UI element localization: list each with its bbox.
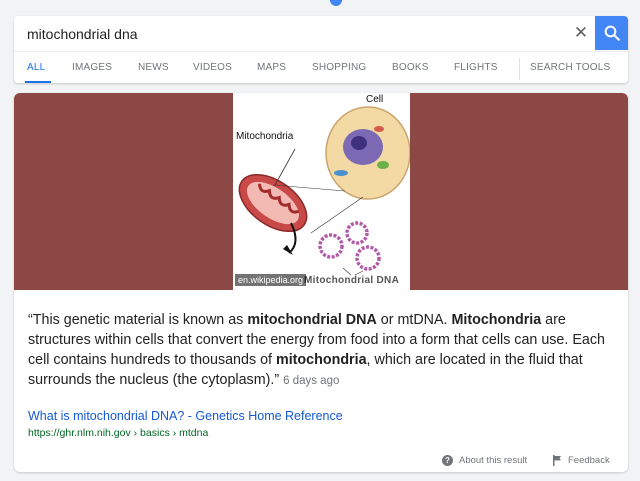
organelle-shape: [334, 170, 348, 176]
dna-ring: [318, 233, 344, 259]
feedback-label: Feedback: [568, 455, 610, 466]
pointer-line: [310, 196, 364, 234]
organelle-shape: [377, 161, 389, 169]
featured-snippet-card: Cell Mitochondria Mitochondrial DNA en.w…: [14, 93, 628, 472]
snippet-bold: mitochondria: [275, 352, 367, 368]
search-tabs: ALL IMAGES NEWS VIDEOS MAPS SHOPPING BOO…: [14, 51, 628, 83]
search-icon: [604, 25, 620, 41]
clear-icon[interactable]: ✕: [570, 21, 592, 45]
snippet-part: or mtDNA.: [376, 312, 452, 328]
result-url[interactable]: https://ghr.nlm.nih.gov › basics › mtdna: [28, 427, 208, 439]
search-button[interactable]: [595, 16, 628, 50]
about-this-result[interactable]: ? About this result: [442, 455, 527, 466]
active-tab-indicator: [25, 81, 51, 83]
search-card: ✕ ALL IMAGES NEWS VIDEOS MAPS SHOPPING B…: [14, 16, 628, 83]
image-source-tag[interactable]: en.wikipedia.org: [235, 274, 307, 286]
tab-maps[interactable]: MAPS: [257, 62, 286, 73]
organelle-shape: [374, 126, 384, 132]
snippet-bold: mitochondrial DNA: [247, 312, 377, 328]
top-indicator-dot: [330, 0, 342, 6]
tab-news[interactable]: NEWS: [138, 62, 169, 73]
snippet-part: “This genetic material is known as: [28, 312, 248, 328]
tab-shopping[interactable]: SHOPPING: [312, 62, 366, 73]
tabs-divider: [519, 58, 520, 80]
tab-videos[interactable]: VIDEOS: [193, 62, 232, 73]
result-title-link[interactable]: What is mitochondrial DNA? - Genetics Ho…: [28, 409, 343, 423]
tab-flights[interactable]: FLIGHTS: [454, 62, 498, 73]
tab-books[interactable]: BOOKS: [392, 62, 429, 73]
dna-ring: [345, 221, 369, 245]
dna-ring: [355, 245, 381, 271]
pointer-line: [342, 267, 352, 276]
snippet-text: “This genetic material is known as mitoc…: [28, 310, 614, 391]
snippet-date: 6 days ago: [283, 375, 340, 387]
search-input[interactable]: [27, 23, 567, 45]
snippet-bold: Mitochondria: [451, 312, 542, 328]
label-cell: Cell: [366, 94, 384, 105]
search-row: ✕: [14, 16, 628, 50]
flag-icon: [553, 455, 561, 466]
mitochondria-diagram-image[interactable]: Cell Mitochondria Mitochondrial DNA en.w…: [233, 93, 410, 290]
pointer-line: [274, 148, 296, 186]
tab-images[interactable]: IMAGES: [72, 62, 112, 73]
feedback-button[interactable]: Feedback: [552, 455, 610, 466]
diagram-illustration: [238, 106, 410, 276]
tab-all[interactable]: ALL: [27, 62, 45, 73]
help-icon: ?: [442, 455, 453, 466]
tab-search-tools[interactable]: SEARCH TOOLS: [530, 62, 610, 73]
about-label: About this result: [459, 455, 528, 466]
hero-banner: Cell Mitochondria Mitochondrial DNA en.w…: [14, 93, 628, 290]
image-caption: Mitochondrial DNA: [304, 275, 400, 286]
label-mitochondria: Mitochondria: [236, 131, 294, 142]
nucleolus-shape: [351, 136, 367, 150]
